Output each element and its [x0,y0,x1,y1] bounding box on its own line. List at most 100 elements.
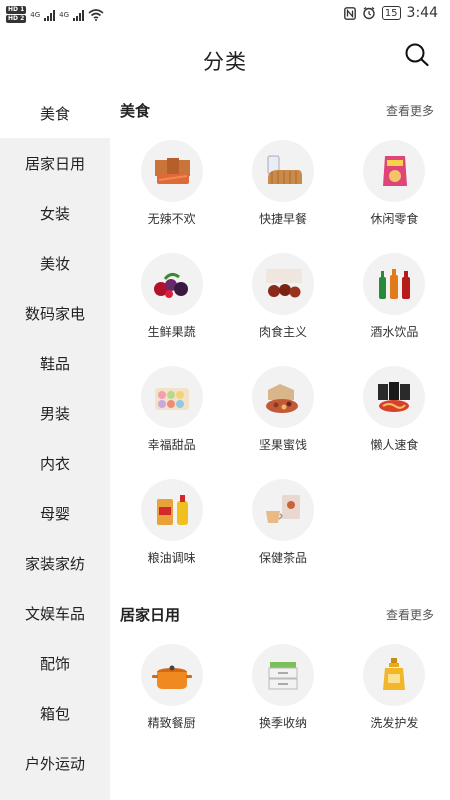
pot-icon [140,644,203,706]
sidebar-item[interactable]: 母婴 [0,488,110,538]
sidebar-item[interactable]: 家装家纺 [0,538,110,588]
subcategory-label: 懒人速食 [370,438,419,452]
subcategory-label: 精致餐厨 [147,716,196,730]
section-household: 居家日用 查看更多 精致餐厨 换季收纳 洗发护发 [110,592,450,731]
sidebar-item[interactable]: 配饰 [0,638,110,688]
subcategory-item[interactable]: 精致餐厨 [116,644,227,731]
sidebar-item[interactable]: 美妆 [0,238,110,288]
subcategory-label: 幸福甜品 [147,438,196,452]
subcategory-label: 酒水饮品 [370,325,419,339]
sidebar-item[interactable]: 户外运动 [0,738,110,788]
search-icon[interactable] [404,42,430,68]
sidebar-item-label: 母婴 [39,504,70,523]
nfc-icon [343,6,356,20]
subcategory-item[interactable]: 保健茶品 [227,479,338,566]
sidebar-item-label: 美食 [39,104,70,123]
sidebar-item-label: 男装 [39,404,70,423]
rice-oil-icon [140,479,203,541]
signal-icon [44,9,56,21]
sidebar-item-label: 数码家电 [24,304,85,323]
nuts-icon [251,366,314,428]
sidebar-item[interactable]: 鞋品 [0,338,110,388]
subcategory-item[interactable]: 洗发护发 [339,644,450,731]
sidebar-item-label: 家装家纺 [24,554,85,573]
sidebar-item[interactable]: 数码家电 [0,288,110,338]
section-food: 美食 查看更多 无辣不欢 快捷早餐 休闲零食生鲜果蔬 肉食主义 酒水饮品幸福甜品 坚果蜜饯… [110,88,450,566]
subcategory-grid: 无辣不欢 快捷早餐 休闲零食生鲜果蔬 肉食主义 酒水饮品幸福甜品 坚果蜜饯 懒人速食粮油调味… [110,132,450,566]
subcategory-label: 粮油调味 [147,551,196,565]
sidebar-item[interactable]: 内衣 [0,438,110,488]
sidebar-item-label: 内衣 [39,454,70,473]
category-content: 美食 查看更多 无辣不欢 快捷早餐 休闲零食生鲜果蔬 肉食主义 酒水饮品幸福甜品 坚果蜜饯… [110,88,450,800]
wifi-icon [88,8,104,21]
section-title: 居家日用 [120,605,181,624]
subcategory-item[interactable]: 坚果蜜饯 [227,366,338,453]
sidebar-item-label: 户外运动 [24,754,85,773]
tea-icon [251,479,314,541]
subcategory-item[interactable]: 生鲜果蔬 [116,253,227,340]
view-more-link[interactable]: 查看更多 [386,606,434,623]
subcategory-item[interactable]: 休闲零食 [339,140,450,227]
sidebar-item-label: 文娱车品 [24,604,85,623]
sidebar-item[interactable]: 男装 [0,388,110,438]
sidebar-item[interactable]: 文娱车品 [0,588,110,638]
sidebar-item-label: 配饰 [39,654,70,673]
noodles-icon [363,366,426,428]
signal-icon-2 [73,9,85,21]
section-header: 居家日用 查看更多 [110,592,450,636]
subcategory-label: 无辣不欢 [147,212,196,226]
alarm-icon [363,6,375,20]
sim1-badge: HD 1 [6,6,27,14]
sidebar-item[interactable]: 箱包 [0,688,110,738]
subcategory-grid: 精致餐厨 换季收纳 洗发护发 [110,636,450,731]
macaron-icon [140,366,203,428]
shampoo-icon [363,644,426,706]
sidebar-item[interactable]: 美食 [0,88,110,138]
page-title: 分类 [203,50,247,74]
sidebar-item-label: 居家日用 [24,154,85,173]
battery-icon: 15 [381,6,401,20]
bottles-icon [363,253,426,315]
sidebar-item[interactable]: 女装 [0,188,110,238]
subcategory-item[interactable]: 肉食主义 [227,253,338,340]
meat-icon [251,253,314,315]
subcategory-label: 快捷早餐 [258,212,307,226]
sidebar-item[interactable]: 居家日用 [0,138,110,188]
subcategory-label: 坚果蜜饯 [258,438,307,452]
sim-indicators: HD 1 HD 2 [6,6,27,23]
sidebar-item-label: 箱包 [39,704,70,723]
subcategory-item[interactable]: 换季收纳 [227,644,338,731]
sidebar-item-label: 鞋品 [39,354,70,373]
clock-time: 3:44 [406,5,438,21]
fruit-icon [140,253,203,315]
spicy-snack-icon [140,140,203,202]
subcategory-item[interactable]: 幸福甜品 [116,366,227,453]
network-type-1: 4G [30,10,41,19]
subcategory-item[interactable]: 无辣不欢 [116,140,227,227]
subcategory-item[interactable]: 快捷早餐 [227,140,338,227]
status-right: 15 3:44 [343,5,438,21]
subcategory-label: 洗发护发 [370,716,419,730]
storage-box-icon [251,644,314,706]
chips-bag-icon [363,140,426,202]
bread-icon [251,140,314,202]
subcategory-label: 肉食主义 [258,325,307,339]
subcategory-label: 生鲜果蔬 [147,325,196,339]
network-type-2: 4G [59,10,70,19]
section-header: 美食 查看更多 [110,88,450,132]
top-header: 分类 [0,30,450,88]
status-left: HD 1 HD 2 4G 4G [6,6,104,23]
subcategory-label: 保健茶品 [258,551,307,565]
sidebar-item-label: 美妆 [39,254,70,273]
subcategory-item[interactable]: 懒人速食 [339,366,450,453]
subcategory-item[interactable]: 酒水饮品 [339,253,450,340]
status-bar: HD 1 HD 2 4G 4G 15 3:44 [0,0,450,30]
subcategory-label: 休闲零食 [370,212,419,226]
subcategory-label: 换季收纳 [258,716,307,730]
section-title: 美食 [120,101,151,120]
category-sidebar: 美食居家日用女装美妆数码家电鞋品男装内衣母婴家装家纺文娱车品配饰箱包户外运动 [0,88,110,800]
subcategory-item[interactable]: 粮油调味 [116,479,227,566]
view-more-link[interactable]: 查看更多 [386,102,434,119]
sim2-badge: HD 2 [6,15,27,23]
sidebar-item-label: 女装 [39,204,70,223]
